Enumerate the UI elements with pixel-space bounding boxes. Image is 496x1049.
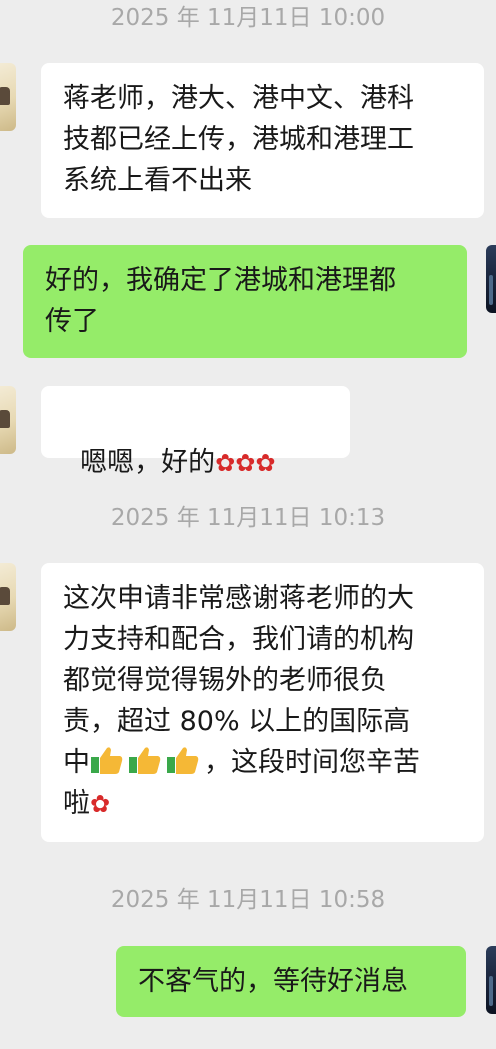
rose-icon: ✿ <box>215 449 236 477</box>
message-bubble-incoming[interactable]: 蒋老师，港大、港中文、港科 技都已经上传，港城和港理工 系统上看不出来 <box>41 63 484 218</box>
timestamp: 2025 年 11月11日 10:13 <box>110 505 386 531</box>
thumbs-up-icon <box>91 747 123 774</box>
message-text: 嗯嗯，好的 <box>80 447 216 478</box>
message-bubble-incoming[interactable]: 这次申请非常感谢蒋老师的大 力支持和配合，我们请的机构 都觉得觉得锡外的老师很负… <box>41 563 484 842</box>
rose-icon: ✿ <box>235 449 256 477</box>
message-bubble-outgoing[interactable]: 不客气的，等待好消息 <box>116 946 466 1017</box>
self-avatar[interactable] <box>486 946 496 1014</box>
self-avatar[interactable] <box>486 245 496 313</box>
timestamp: 2025 年 11月11日 10:58 <box>110 887 386 913</box>
rose-icon: ✿ <box>90 790 111 818</box>
message-bubble-incoming[interactable]: 嗯嗯，好的✿✿✿ <box>41 386 350 478</box>
thumbs-up-icon <box>167 747 199 774</box>
rose-icon: ✿ <box>255 449 276 477</box>
thumbs-up-icon <box>129 747 161 774</box>
contact-avatar[interactable] <box>0 563 16 631</box>
timestamp: 2025 年 11月11日 10:00 <box>110 5 386 31</box>
message-bubble-outgoing[interactable]: 好的，我确定了港城和港理都 传了 <box>23 245 467 358</box>
contact-avatar[interactable] <box>0 63 16 131</box>
contact-avatar[interactable] <box>0 386 16 454</box>
